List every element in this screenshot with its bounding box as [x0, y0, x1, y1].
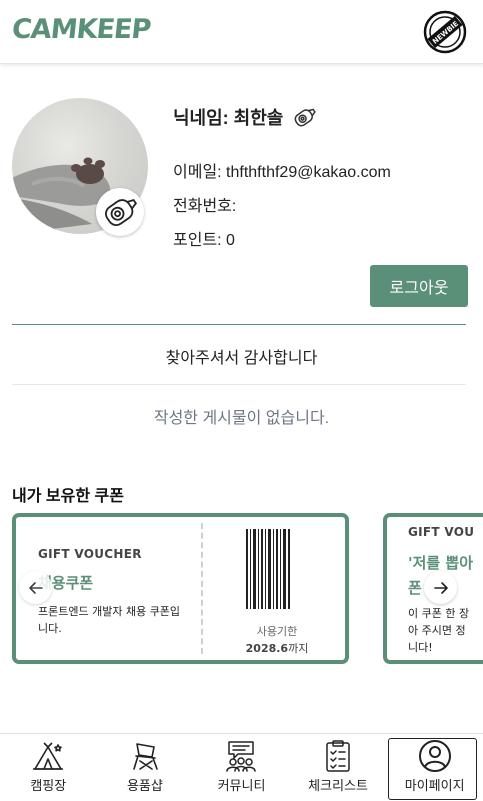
- coupon-expiry-label: 사용기한: [256, 625, 298, 638]
- nav-item-checklist[interactable]: 체크리스트: [290, 734, 387, 801]
- app-logo[interactable]: CAMKEEP: [10, 14, 151, 45]
- coupon-label: GIFT VOUCHER: [38, 547, 142, 561]
- arrow-left-icon: [28, 581, 43, 594]
- nav-item-shop[interactable]: 용품샵: [97, 734, 194, 801]
- nav-label: 용품샵: [126, 778, 163, 793]
- section-divider: [12, 324, 466, 325]
- checklist-icon: [326, 740, 350, 772]
- coupon-perforation: [201, 523, 203, 654]
- coupon-expiry-suffix: 까지: [288, 642, 309, 655]
- coupon-card[interactable]: GIFT VOUCHER 채용쿠폰 프론트엔드 개발자 채용 쿠폰입니다. 사용…: [12, 513, 349, 664]
- tape-icon: [294, 108, 317, 127]
- phone-text: 전화번호:: [173, 198, 237, 215]
- barcode-icon: [246, 529, 290, 609]
- coupon-label: GIFT VOU: [408, 525, 475, 539]
- coupon-description: 이 쿠폰 한 장 아 주시면 정 니다!: [408, 605, 483, 656]
- nav-label: 캠핑장: [30, 778, 67, 793]
- nav-item-mypage[interactable]: 마이페이지: [386, 734, 483, 801]
- coupons-section-title: 내가 보유한 쿠폰: [12, 488, 124, 505]
- posts-empty-message: 작성한 게시물이 없습니다.: [153, 410, 330, 427]
- nickname-row: 닉네임: 최한솔: [173, 103, 319, 131]
- nav-label: 체크리스트: [308, 778, 368, 793]
- logout-button[interactable]: 로그아웃: [370, 265, 468, 307]
- arrow-right-icon: [433, 581, 448, 594]
- community-icon: [226, 741, 257, 772]
- nav-active-indicator: [388, 738, 477, 800]
- thanks-message: 찾아주셔서 감사합니다: [165, 350, 318, 367]
- coupon-expiry-date: 2028.6: [245, 642, 289, 655]
- nickname-text: 닉네임: 최한솔: [173, 108, 284, 128]
- coupon-expiry: 2028.6까지: [212, 640, 342, 656]
- newbie-badge-icon[interactable]: NEWBIE: [423, 10, 467, 54]
- avatar-grade-badge: [96, 188, 144, 236]
- coupon-description-line: 니다!: [408, 641, 433, 654]
- app-header: CAMKEEP NEWBIE: [0, 0, 483, 64]
- nav-label: 커뮤니티: [217, 778, 266, 793]
- carousel-next-button[interactable]: [424, 571, 457, 604]
- section-divider-thin: [12, 384, 466, 385]
- coupon-description-line: 이 쿠폰 한 장: [408, 607, 470, 620]
- camp-chair-icon: [133, 743, 158, 770]
- nav-item-community[interactable]: 커뮤니티: [193, 734, 290, 801]
- email-text: 이메일: thfthfthf29@kakao.com: [173, 164, 391, 181]
- bottom-navigation: 캠핑장 용품샵 커뮤니티 체크리스트 마이페이지: [0, 733, 483, 801]
- tape-icon: [105, 198, 138, 226]
- coupon-description: 프론트엔드 개발자 채용 쿠폰입니다.: [38, 605, 181, 635]
- nav-item-campsite[interactable]: 캠핑장: [0, 734, 97, 801]
- points-text: 포인트: 0: [173, 232, 235, 249]
- carousel-prev-button[interactable]: [19, 571, 52, 604]
- tent-icon: [33, 742, 64, 770]
- coupon-description-line: 아 주시면 정: [408, 624, 466, 637]
